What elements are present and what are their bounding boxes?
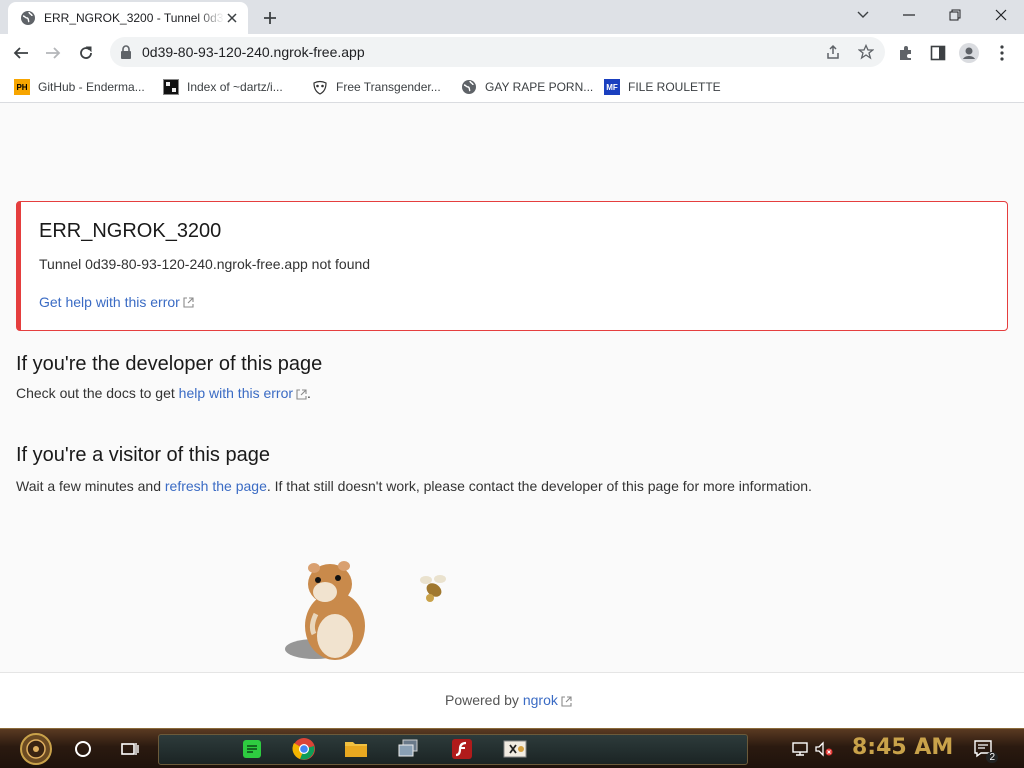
developer-help-link[interactable]: help with this error [179, 385, 307, 401]
bookmarks-bar: PH GitHub - Enderma... Index of ~dartz/i… [0, 72, 1024, 103]
developer-heading: If you're the developer of this page [16, 353, 323, 375]
back-button[interactable] [6, 38, 36, 68]
kebab-menu-icon[interactable] [991, 42, 1013, 64]
bookmark-label: FILE ROULETTE [628, 80, 721, 94]
visitor-text-after: . If that still doesn't work, please con… [266, 478, 812, 494]
flash-icon [452, 739, 472, 759]
hamster-image [285, 561, 365, 660]
profile-avatar-icon[interactable] [958, 42, 980, 64]
taskbar-app-chrome[interactable] [288, 733, 320, 765]
ngrok-link-text: ngrok [522, 692, 558, 708]
notification-center-button[interactable]: 2 [968, 733, 1000, 765]
taskbar-clock[interactable]: 8:45 AM [852, 735, 953, 760]
bookmark-item[interactable]: GAY RAPE PORN... [461, 77, 593, 97]
page-content: ERR_NGROK_3200 Tunnel 0d39-80-93-120-240… [0, 104, 1024, 728]
tab-search-chevron-icon[interactable] [840, 0, 886, 30]
tab-strip: ERR_NGROK_3200 - Tunnel 0d39-80-93-120-2… [0, 0, 1024, 34]
tab-title: ERR_NGROK_3200 - Tunnel 0d39-80-93-120-2… [44, 11, 224, 25]
browser-tab[interactable]: ERR_NGROK_3200 - Tunnel 0d39-80-93-120-2… [8, 2, 248, 34]
volume-muted-icon[interactable] [808, 733, 840, 765]
bookmark-label: Free Transgender... [336, 80, 441, 94]
share-icon[interactable] [824, 43, 842, 61]
ngrok-link[interactable]: ngrok [523, 692, 572, 708]
external-link-icon [561, 696, 572, 707]
external-link-icon [296, 389, 307, 400]
globe-icon [461, 79, 477, 95]
visitor-text: Wait a few minutes and refresh the page.… [16, 478, 812, 494]
extensions-puzzle-icon[interactable] [895, 42, 917, 64]
error-box: ERR_NGROK_3200 Tunnel 0d39-80-93-120-240… [16, 201, 1008, 331]
bookmark-label: GAY RAPE PORN... [485, 80, 594, 94]
address-bar[interactable]: 0d39-80-93-120-240.ngrok-free.app [110, 37, 885, 67]
error-help-link[interactable]: Get help with this error [39, 294, 194, 310]
error-help-link-text: Get help with this error [39, 294, 180, 310]
folder-icon [345, 742, 367, 757]
globe-icon [20, 10, 36, 26]
bookmark-label: Index of ~dartz/i... [187, 80, 283, 94]
ph-icon: PH [14, 79, 30, 95]
mask-icon [312, 79, 328, 95]
bookmark-item[interactable]: Free Transgender... [312, 77, 441, 97]
bookmark-item[interactable]: MF FILE ROULETTE [604, 77, 721, 97]
taskbar-app-x[interactable] [499, 733, 531, 765]
dartz-icon [163, 79, 179, 95]
developer-text: Check out the docs to get help with this… [16, 385, 311, 401]
side-panel-icon[interactable] [927, 42, 949, 64]
start-button[interactable] [14, 733, 58, 765]
tab-close-icon[interactable] [224, 10, 240, 26]
mf-icon: MF [604, 79, 620, 95]
task-view-icon [121, 743, 139, 755]
task-view-button[interactable] [114, 733, 146, 765]
minimize-button[interactable] [886, 0, 932, 30]
bookmark-item[interactable]: PH GitHub - Enderma... [14, 77, 145, 97]
page-footer: Powered by ngrok [0, 672, 1024, 728]
taskbar-app-notes[interactable] [236, 733, 268, 765]
reload-button[interactable] [71, 38, 101, 68]
cortana-search-button[interactable] [67, 733, 99, 765]
notification-count: 2 [986, 752, 998, 763]
taskbar-app-windows[interactable] [392, 733, 424, 765]
taskbar: 8:45 AM 2 [0, 728, 1024, 768]
taskbar-app-flash[interactable] [446, 733, 478, 765]
refresh-page-link[interactable]: refresh the page [165, 478, 267, 494]
arrow-left-icon [13, 47, 28, 59]
powered-by: Powered by ngrok [445, 692, 572, 708]
search-circle-icon [75, 741, 91, 757]
developer-text-before: Check out the docs to get [16, 385, 179, 401]
visitor-heading: If you're a visitor of this page [16, 444, 270, 466]
lock-icon[interactable] [120, 45, 132, 64]
external-link-icon [183, 296, 194, 308]
chrome-icon [292, 738, 315, 760]
error-message: Tunnel 0d39-80-93-120-240.ngrok-free.app… [39, 256, 371, 272]
bookmark-star-icon[interactable] [857, 43, 875, 61]
visitor-text-before: Wait a few minutes and [16, 478, 165, 494]
url-text[interactable]: 0d39-80-93-120-240.ngrok-free.app [142, 44, 365, 60]
start-orb-icon [20, 733, 52, 765]
close-window-button[interactable] [978, 0, 1024, 30]
developer-help-link-text: help with this error [178, 385, 294, 401]
browser-toolbar: 0d39-80-93-120-240.ngrok-free.app [0, 34, 1024, 72]
bee-image [420, 575, 446, 602]
powered-by-text: Powered by [445, 692, 519, 708]
bookmark-label: GitHub - Enderma... [38, 80, 145, 94]
new-tab-button[interactable] [258, 6, 282, 30]
arrow-right-icon [46, 47, 61, 59]
restore-button[interactable] [932, 0, 978, 30]
taskbar-app-file-explorer[interactable] [340, 733, 372, 765]
developer-text-after: . [307, 385, 311, 401]
green-notes-icon [243, 740, 261, 758]
reload-icon [80, 46, 92, 59]
error-code: ERR_NGROK_3200 [39, 220, 222, 242]
forward-button[interactable] [38, 38, 68, 68]
xd-icon [503, 740, 527, 758]
stacked-windows-icon [398, 739, 418, 757]
bookmark-item[interactable]: Index of ~dartz/i... [163, 77, 283, 97]
